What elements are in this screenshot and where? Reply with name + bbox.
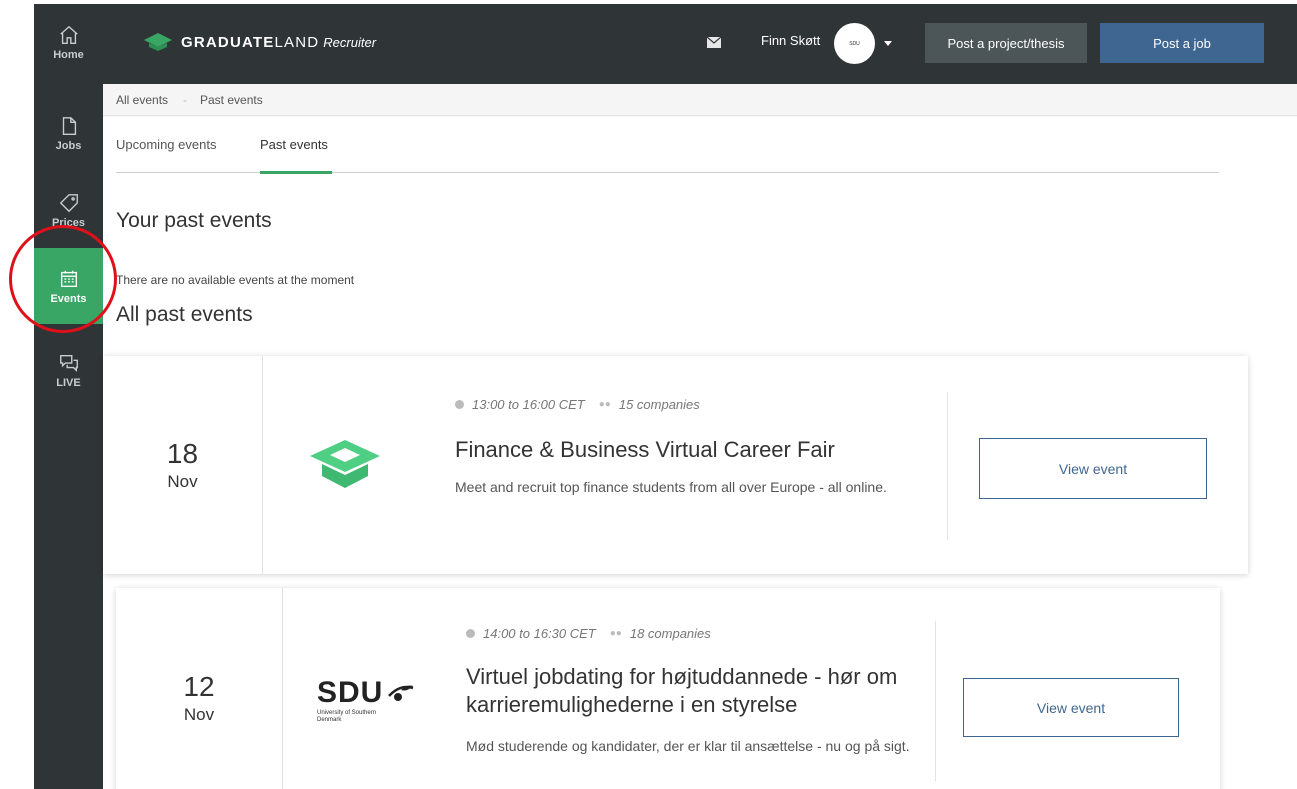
sidebar-item-label: Jobs [55, 139, 82, 152]
app-window: Home Jobs Prices Events LIVE GRADUATELAN… [34, 4, 1297, 789]
your-past-events-heading: Your past events [116, 209, 272, 232]
breadcrumb-past-events: Past events [200, 93, 263, 107]
divider [947, 392, 948, 540]
sidebar-item-jobs[interactable]: Jobs [34, 95, 103, 171]
post-job-button[interactable]: Post a job [1100, 23, 1264, 63]
sidebar-item-label: Home [53, 48, 84, 61]
event-month: Nov [167, 472, 198, 491]
event-day: 18 [166, 438, 199, 469]
sidebar-item-label: Prices [51, 216, 86, 229]
event-time: 14:00 to 16:30 CET [483, 626, 596, 641]
home-icon [59, 25, 78, 44]
all-past-events-heading: All past events [116, 303, 253, 326]
event-card: 18 Nov 13:00 to 16:00 CET ●● 15 companie… [103, 356, 1248, 574]
main-content: Upcoming events Past events Your past ev… [103, 117, 1297, 789]
tab-past-events[interactable]: Past events [260, 137, 328, 152]
page: Home Jobs Prices Events LIVE GRADUATELAN… [0, 0, 1297, 789]
logo-subtitle: University of Southern Denmark [317, 710, 377, 723]
event-date: 18 Nov [103, 356, 263, 574]
tag-icon [59, 193, 78, 212]
event-description: Mød studerende og kandidater, der er kla… [466, 738, 910, 754]
sidebar-item-events[interactable]: Events [34, 248, 103, 324]
graduation-cap-icon [144, 33, 172, 51]
event-date: 12 Nov [116, 588, 283, 789]
calendar-icon [60, 270, 77, 287]
graduateland-logo[interactable]: GRADUATELAND Recruiter [143, 32, 376, 52]
avatar-text: SDU [849, 40, 860, 47]
people-icon: ●● [598, 399, 611, 410]
document-icon [62, 116, 76, 135]
logo-text: SDU [317, 676, 384, 709]
event-description: Meet and recruit top finance students fr… [455, 479, 887, 495]
sidebar-item-label: LIVE [56, 376, 81, 389]
event-tabs: Upcoming events Past events [116, 117, 1219, 174]
sidebar: Home Jobs Prices Events LIVE [34, 4, 103, 789]
event-companies: 18 companies [629, 626, 711, 641]
top-header: GRADUATELAND Recruiter Finn Skøtt SDU Po… [103, 4, 1297, 84]
event-title[interactable]: Virtuel jobdating for højtuddannede - hø… [466, 663, 926, 719]
brand-suffix: Recruiter [323, 34, 377, 50]
avatar[interactable]: SDU [834, 23, 875, 64]
breadcrumb-all-events[interactable]: All events [116, 93, 168, 107]
event-meta: 14:00 to 16:30 CET ●● 18 companies [466, 626, 711, 641]
people-icon: ●● [609, 628, 622, 639]
mail-icon[interactable] [707, 37, 721, 48]
brand-name: GRADUATELAND [181, 33, 320, 51]
view-event-button[interactable]: View event [963, 678, 1179, 737]
graduateland-logo [310, 440, 380, 488]
divider [935, 621, 936, 781]
sidebar-item-home[interactable]: Home [34, 4, 103, 80]
sidebar-item-live[interactable]: LIVE [34, 332, 103, 408]
event-time: 13:00 to 16:00 CET [472, 397, 585, 412]
sidebar-item-label: Events [50, 292, 87, 305]
sdu-logo: SDU University of Southern Denmark [317, 676, 447, 724]
event-day: 12 [183, 671, 215, 702]
post-project-button[interactable]: Post a project/thesis [925, 23, 1087, 63]
clock-icon [466, 629, 475, 638]
breadcrumb-separator: - [183, 93, 187, 107]
view-event-button[interactable]: View event [979, 438, 1207, 499]
user-name[interactable]: Finn Skøtt [761, 33, 820, 48]
event-title[interactable]: Finance & Business Virtual Career Fair [455, 436, 925, 464]
chat-icon [59, 354, 78, 372]
chevron-down-icon[interactable] [884, 41, 892, 46]
sidebar-item-prices[interactable]: Prices [34, 172, 103, 248]
active-tab-indicator [260, 171, 332, 174]
event-companies: 15 companies [618, 397, 700, 412]
tab-upcoming-events[interactable]: Upcoming events [116, 137, 216, 152]
leaf-icon [388, 685, 414, 701]
empty-events-message: There are no available events at the mom… [116, 273, 355, 287]
clock-icon [455, 400, 464, 409]
event-month: Nov [183, 705, 215, 724]
event-card: 12 Nov SDU University of Southern Denmar… [116, 588, 1220, 789]
breadcrumb: All events - Past events [103, 84, 1297, 116]
event-meta: 13:00 to 16:00 CET ●● 15 companies [455, 397, 700, 412]
